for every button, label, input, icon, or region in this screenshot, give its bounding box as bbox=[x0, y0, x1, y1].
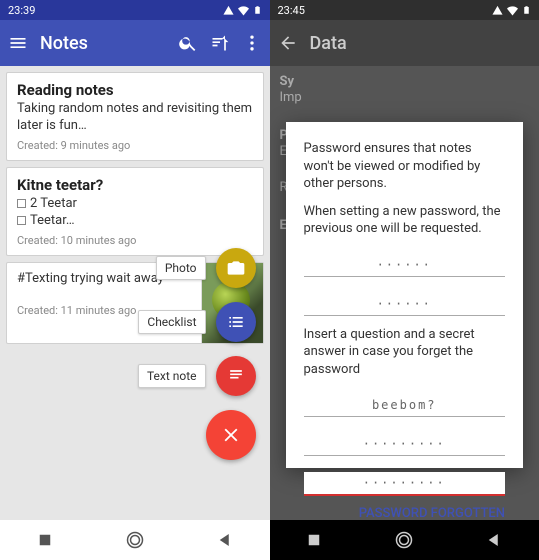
nav-home[interactable] bbox=[395, 531, 413, 549]
nav-recent[interactable] bbox=[36, 531, 54, 549]
password-input-old[interactable] bbox=[304, 254, 506, 277]
fab-stack: Photo Checklist Text note bbox=[138, 248, 256, 460]
status-time: 23:39 bbox=[8, 4, 35, 17]
status-bar: 23:45 bbox=[270, 0, 539, 20]
note-body: Taking random notes and revisiting them … bbox=[17, 101, 253, 135]
back-icon[interactable] bbox=[278, 33, 298, 53]
fab-close[interactable] bbox=[206, 410, 256, 460]
bg-label: Sy bbox=[280, 74, 295, 89]
menu-icon[interactable] bbox=[8, 33, 28, 53]
dialog-actions: PASSWORD FORGOTTEN REMOVE PASSWORD OK bbox=[304, 506, 506, 520]
app-bar: Data bbox=[270, 20, 539, 66]
note-card[interactable]: Reading notes Taking random notes and re… bbox=[6, 72, 264, 161]
note-list: Reading notes Taking random notes and re… bbox=[0, 66, 270, 520]
note-title: Reading notes bbox=[17, 81, 253, 99]
dialog-text: Password ensures that notes won't be vie… bbox=[304, 140, 506, 193]
nav-bar bbox=[270, 520, 539, 560]
app-bar: Notes bbox=[0, 20, 270, 66]
fab-label-textnote: Text note bbox=[138, 364, 206, 388]
checkbox-icon bbox=[17, 216, 26, 225]
fab-label-photo: Photo bbox=[156, 256, 206, 280]
note-card[interactable]: Kitne teetar? 2 TeetarTeetar… Created: 1… bbox=[6, 167, 264, 256]
fab-photo[interactable] bbox=[216, 248, 256, 288]
status-icons bbox=[492, 4, 531, 16]
fab-label-checklist: Checklist bbox=[138, 310, 205, 334]
note-meta: Created: 9 minutes ago bbox=[17, 139, 253, 152]
settings-background: Sy Imp Pa Edi Re Era Password ensures th… bbox=[270, 66, 539, 520]
nav-back[interactable] bbox=[485, 531, 503, 549]
answer-input[interactable] bbox=[304, 433, 506, 456]
question-input[interactable] bbox=[304, 394, 506, 417]
note-meta: Created: 10 minutes ago bbox=[17, 234, 253, 247]
answer-confirm-input[interactable] bbox=[304, 472, 506, 496]
app-title: Notes bbox=[40, 33, 166, 54]
screen-data: 23:45 Data Sy Imp Pa Edi Re Era Password… bbox=[270, 0, 539, 560]
nav-back[interactable] bbox=[216, 531, 234, 549]
checkbox-icon bbox=[17, 199, 26, 208]
sort-icon[interactable] bbox=[210, 33, 230, 53]
status-icons bbox=[223, 4, 262, 16]
fab-checklist[interactable] bbox=[216, 302, 256, 342]
dialog-text: When setting a new password, the previou… bbox=[304, 203, 506, 238]
status-time: 23:45 bbox=[278, 4, 305, 17]
password-dialog: Password ensures that notes won't be vie… bbox=[286, 122, 524, 468]
bg-label: Imp bbox=[280, 90, 302, 105]
more-icon[interactable] bbox=[242, 33, 262, 53]
status-bar: 23:39 bbox=[0, 0, 270, 20]
screen-notes: 23:39 Notes Reading notes Taking random … bbox=[0, 0, 270, 560]
nav-home[interactable] bbox=[126, 531, 144, 549]
fab-textnote[interactable] bbox=[216, 356, 256, 396]
password-input-new[interactable] bbox=[304, 293, 506, 316]
nav-recent[interactable] bbox=[305, 531, 323, 549]
dialog-text: Insert a question and a secret answer in… bbox=[304, 326, 506, 379]
note-body: 2 TeetarTeetar… bbox=[17, 196, 253, 230]
app-title: Data bbox=[310, 33, 532, 54]
search-icon[interactable] bbox=[178, 33, 198, 53]
note-title: Kitne teetar? bbox=[17, 176, 253, 194]
forgot-password-button[interactable]: PASSWORD FORGOTTEN bbox=[359, 506, 505, 520]
nav-bar bbox=[0, 520, 270, 560]
